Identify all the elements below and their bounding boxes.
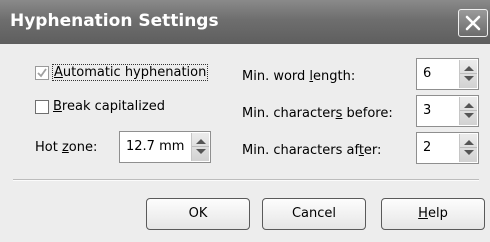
spin-down-icon[interactable]: [464, 150, 474, 155]
automatic-hyphenation-checkbox[interactable]: [35, 65, 49, 80]
min-word-length-spinner[interactable]: 6: [416, 58, 479, 90]
min-chars-before-spin-arrows[interactable]: [459, 97, 477, 125]
min-word-length-value[interactable]: 6: [423, 66, 431, 81]
close-button[interactable]: [458, 9, 488, 37]
checkmark-icon: [37, 67, 47, 77]
break-capitalized-label: Break capitalized: [53, 99, 165, 114]
spin-up-icon[interactable]: [464, 66, 474, 71]
break-capitalized-option[interactable]: Break capitalized: [35, 99, 165, 114]
separator: [13, 179, 479, 181]
title-bar[interactable]: Hyphenation Settings: [0, 0, 490, 44]
automatic-hyphenation-label: Automatic hyphenation: [51, 64, 209, 81]
cancel-button-label: Cancel: [291, 206, 337, 221]
spin-down-icon[interactable]: [196, 149, 206, 154]
break-capitalized-checkbox[interactable]: [35, 99, 49, 114]
min-chars-before-label: Min. characters before:: [242, 106, 393, 121]
spin-up-icon[interactable]: [196, 139, 206, 144]
hyphenation-settings-dialog: Hyphenation Settings Automatic hyphenati…: [0, 0, 490, 242]
ok-button-label: OK: [188, 206, 208, 221]
spin-up-icon[interactable]: [464, 140, 474, 145]
dialog-title: Hyphenation Settings: [10, 11, 219, 31]
help-button[interactable]: Help: [381, 198, 485, 230]
help-button-label: Help: [418, 206, 448, 221]
hot-zone-spin-arrows[interactable]: [191, 133, 209, 161]
spin-down-icon[interactable]: [464, 76, 474, 81]
spin-down-icon[interactable]: [464, 113, 474, 118]
min-chars-after-spin-arrows[interactable]: [459, 134, 477, 162]
spin-up-icon[interactable]: [464, 103, 474, 108]
close-icon: [465, 15, 481, 31]
min-word-length-spin-arrows[interactable]: [459, 60, 477, 88]
min-chars-before-spinner[interactable]: 3: [416, 95, 479, 127]
min-chars-after-label: Min. characters after:: [242, 143, 382, 158]
automatic-hyphenation-option[interactable]: Automatic hyphenation: [35, 64, 209, 81]
hot-zone-value[interactable]: 12.7 mm: [126, 139, 186, 154]
min-word-length-label: Min. word length:: [242, 69, 356, 84]
min-chars-before-value[interactable]: 3: [423, 103, 431, 118]
hot-zone-label: Hot zone:: [35, 140, 98, 155]
cancel-button[interactable]: Cancel: [262, 198, 366, 230]
min-chars-after-spinner[interactable]: 2: [416, 132, 479, 164]
hot-zone-spinner[interactable]: 12.7 mm: [119, 131, 211, 163]
ok-button[interactable]: OK: [146, 198, 250, 230]
dialog-body: Automatic hyphenation Break capitalized …: [0, 44, 490, 242]
min-chars-after-value[interactable]: 2: [423, 140, 431, 155]
